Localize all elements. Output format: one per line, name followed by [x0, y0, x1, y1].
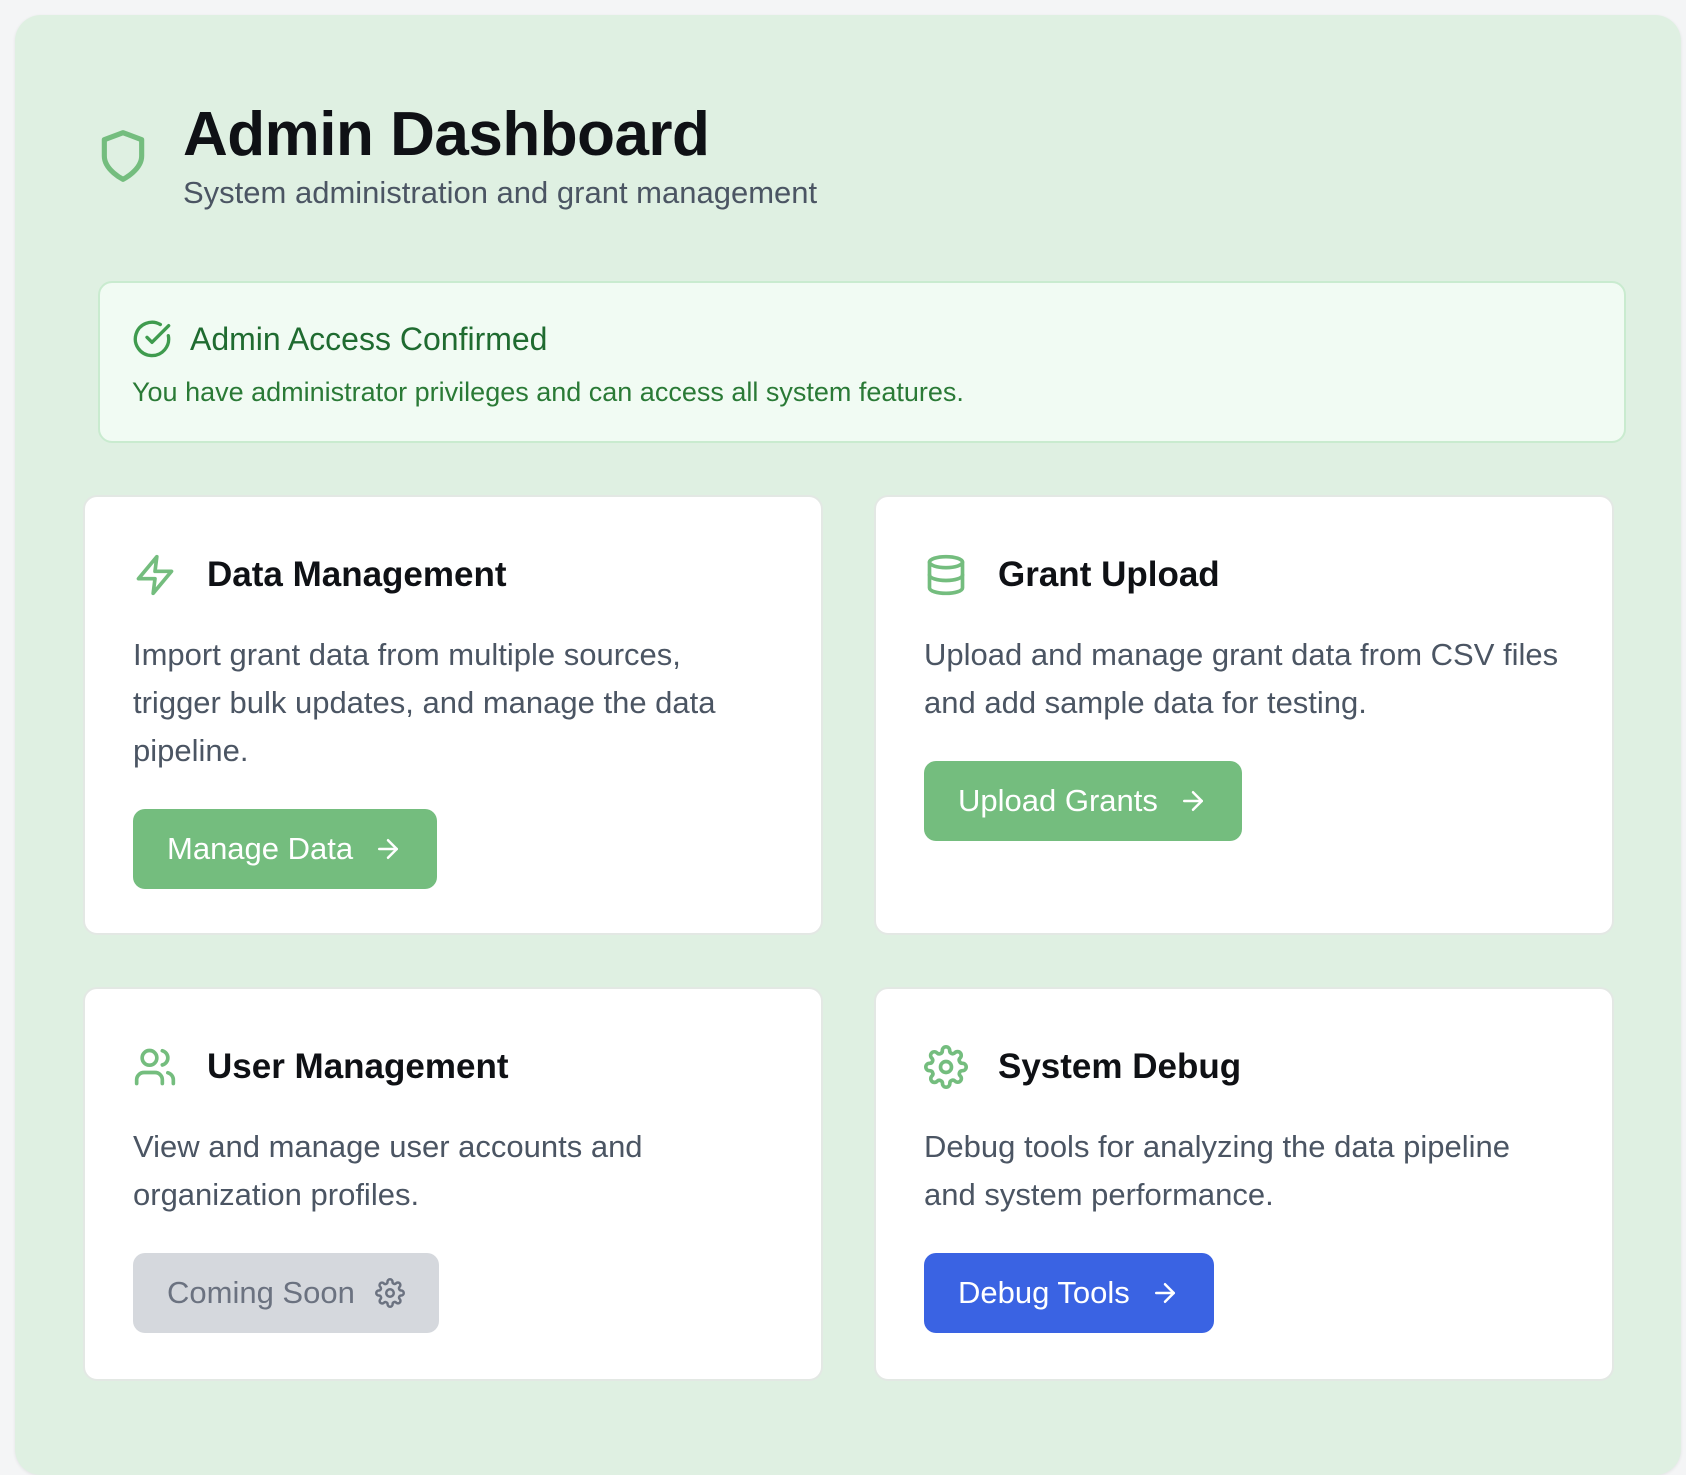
database-icon — [927, 554, 965, 596]
card-header: Data Management — [133, 553, 507, 597]
dashboard-panel: Admin Dashboard System administration an… — [15, 15, 1681, 1475]
button-label: Manage Data — [167, 831, 354, 866]
card-description: View and manage user accounts and organi… — [133, 1129, 643, 1212]
arrow-right-icon — [1182, 791, 1203, 811]
arrow-right-icon — [378, 839, 399, 859]
page-title: Admin Dashboard — [183, 100, 710, 169]
card-header: System Debug — [924, 1045, 1241, 1089]
button-label: Upload Grants — [958, 783, 1158, 818]
gear-icon — [924, 1045, 968, 1089]
card-description: Import grant data from multiple sources,… — [133, 637, 716, 768]
button-label: Debug Tools — [958, 1275, 1130, 1310]
coming-soon-button[interactable]: Coming Soon — [133, 1253, 439, 1333]
upload-grants-button[interactable]: Upload Grants — [924, 761, 1242, 841]
header-titles: Admin Dashboard System administration an… — [183, 85, 817, 213]
manage-data-button[interactable]: Manage Data — [133, 809, 438, 889]
card-title: Data Management — [207, 555, 507, 594]
page-header: Admin Dashboard System administration an… — [95, 85, 817, 213]
alert-message: You have administrator privileges and ca… — [132, 377, 964, 407]
arrow-right-icon — [1154, 1283, 1175, 1303]
alert-title: Admin Access Confirmed — [190, 320, 548, 357]
card-description: Debug tools for analyzing the data pipel… — [924, 1129, 1510, 1212]
card-title: User Management — [207, 1047, 509, 1086]
user-management-card: User Management View and manage user acc… — [83, 987, 823, 1381]
card-description: Upload and manage grant data from CSV fi… — [924, 637, 1559, 720]
shield-icon — [101, 130, 145, 182]
card-header: User Management — [133, 1045, 508, 1089]
admin-access-alert: Admin Access Confirmed You have administ… — [98, 281, 1626, 443]
page-subtitle: System administration and grant manageme… — [183, 175, 818, 210]
gear-icon — [374, 1278, 405, 1308]
check-circle-icon — [133, 320, 171, 358]
users-icon — [134, 1048, 176, 1086]
debug-tools-button[interactable]: Debug Tools — [924, 1253, 1214, 1333]
card-header: Grant Upload — [924, 553, 1220, 597]
card-title: System Debug — [998, 1047, 1242, 1086]
card-title: Grant Upload — [998, 555, 1220, 594]
alert-header: Admin Access Confirmed — [132, 319, 547, 359]
data-management-card: Data Management Import grant data from m… — [83, 495, 823, 935]
grant-upload-card: Grant Upload Upload and manage grant dat… — [874, 495, 1614, 935]
button-label: Coming Soon — [167, 1275, 355, 1310]
lightning-icon — [136, 554, 174, 596]
system-debug-card: System Debug Debug tools for analyzing t… — [874, 987, 1614, 1381]
